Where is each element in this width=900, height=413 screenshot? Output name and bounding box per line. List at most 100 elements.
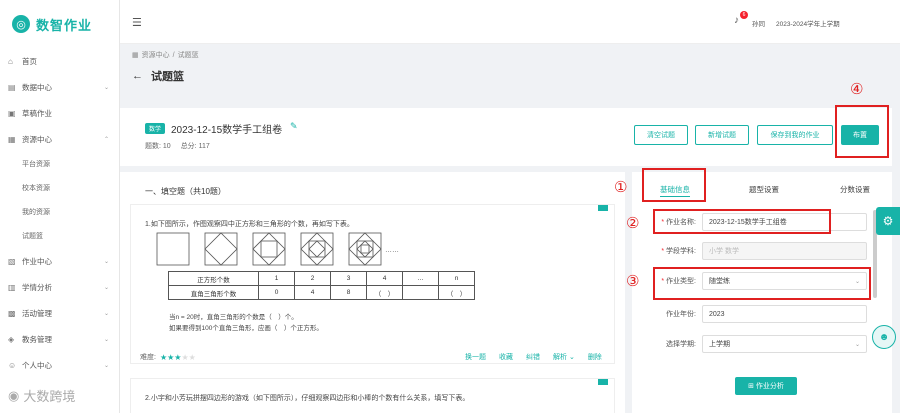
- question-figure: [156, 232, 382, 266]
- difficulty-rating: 难度: ★★★★★: [140, 352, 196, 362]
- annotation-marker-1: ①: [614, 178, 628, 196]
- table-cell: 直角三角形个数: [168, 285, 259, 300]
- question-badge: [598, 205, 608, 211]
- sidebar-item[interactable]: ◈ 教务管理 ⌄: [0, 326, 119, 352]
- chevron-icon: ⌄: [103, 284, 109, 291]
- form-input: 小学 数学: [702, 242, 867, 260]
- chevron-icon: ⌄: [103, 362, 109, 369]
- figure-square-1: [156, 232, 190, 266]
- form-select[interactable]: 上学期 ⌄: [702, 335, 867, 353]
- app-logo[interactable]: ◎ 数智作业: [0, 0, 119, 48]
- chevron-icon: ⌃: [103, 136, 109, 143]
- sidebar-item[interactable]: ▤ 数据中心 ⌄: [0, 74, 119, 100]
- form-label: * 学段学科:: [640, 246, 696, 256]
- nav-icon: ▧: [8, 256, 16, 266]
- sidebar-item[interactable]: ▦ 资源中心 ⌃: [0, 126, 119, 152]
- add-question-button[interactable]: 新增试题: [695, 125, 749, 145]
- assistant-robot-icon[interactable]: ☻: [872, 325, 896, 349]
- annotation-box-tab: [642, 168, 706, 202]
- nav-icon: ▣: [8, 108, 16, 118]
- annotation-marker-4: ④: [850, 80, 864, 98]
- bell-icon[interactable]: ♪: [734, 15, 739, 26]
- nav-icon: ◈: [8, 334, 15, 344]
- form-value: 2023: [709, 310, 725, 318]
- semester-label: 2023-2024学年上学期: [776, 21, 840, 28]
- paper-name: 2023-12-15数学手工组卷: [171, 125, 283, 136]
- clear-questions-button[interactable]: 清空试题: [634, 125, 688, 145]
- form-input[interactable]: 2023: [702, 305, 867, 323]
- sidebar-item[interactable]: ⌂ 首页: [0, 48, 119, 74]
- sidebar-subitem[interactable]: 我的资源: [0, 200, 119, 224]
- question-stem: 1.如下图所示，作图观察四中正方形和三角形的个数，再如写下表。: [145, 221, 354, 228]
- question-list-panel: 一、填空题（共10题） 1.如下图所示，作图观察四中正方形和三角形的个数，再如写…: [120, 172, 625, 413]
- nav-icon: ▤: [8, 82, 16, 92]
- sidebar-item-label: 草稿作业: [22, 108, 52, 118]
- back-arrow-icon[interactable]: ←: [132, 70, 143, 82]
- annotation-box-name: [653, 209, 831, 234]
- chevron-icon: ⌄: [103, 336, 109, 343]
- sidebar-subitem[interactable]: 校本资源: [0, 176, 119, 200]
- question-card[interactable]: 1.如下图所示，作图观察四中正方形和三角形的个数，再如写下表。 …… 正方形个数…: [130, 204, 615, 364]
- difficulty-stars: ★★★★★: [160, 353, 196, 362]
- table-cell: 0: [258, 285, 295, 300]
- sidebar-item-label: 作业中心: [22, 256, 52, 266]
- question-card[interactable]: 2.小宇和小芳玩拼摆四边形的游戏（如下图所示），仔细观察四边形和小棒的个数有什么…: [130, 378, 615, 413]
- sidebar-subitem[interactable]: 平台资源: [0, 152, 119, 176]
- sidebar-item-label: 学情分析: [22, 282, 52, 292]
- top-bar: ☰ 2023-2024学年上学期: [120, 0, 900, 44]
- form-label-text: 选择学期:: [666, 341, 696, 348]
- figure-square-2: [204, 232, 238, 266]
- table-cell: 2: [294, 271, 331, 286]
- form-label-text: 作业年份:: [666, 311, 696, 318]
- question-action-link[interactable]: 纠错: [526, 352, 540, 362]
- sidebar-subitem[interactable]: 试题篮: [0, 224, 119, 248]
- homework-analysis-button[interactable]: ⊞ 作业分析: [735, 377, 797, 395]
- watermark-text: 大数跨境: [23, 389, 76, 404]
- settings-gear-icon[interactable]: ⚙: [876, 207, 900, 235]
- breadcrumb-root[interactable]: 资源中心: [142, 50, 170, 60]
- sidebar-item-label: 数据中心: [22, 82, 52, 92]
- nav-icon: ▥: [8, 282, 16, 292]
- question-action-link[interactable]: 解析 ⌄: [553, 352, 575, 362]
- nav-icon: ▩: [8, 308, 16, 318]
- sidebar-item-label: 教务管理: [22, 334, 52, 344]
- sidebar-item-label: 首页: [22, 56, 37, 66]
- chevron-icon: ⌄: [103, 84, 109, 91]
- nav-icon: ⌂: [8, 56, 13, 66]
- question-note-1: 当n = 20时，直角三角形的个数是（ ）个。: [169, 314, 298, 321]
- form-label: 选择学期:: [640, 339, 696, 349]
- watermark: ◉ 大数跨境: [8, 386, 75, 405]
- sidebar-item[interactable]: ▩ 活动管理 ⌄: [0, 300, 119, 326]
- paper-header-card: 数学 2023-12-15数学手工组卷 ✎ 题数: 10 总分: 117 清空试…: [120, 108, 892, 166]
- star-icon: ★: [188, 352, 196, 362]
- chevron-icon: ⌄: [103, 258, 109, 265]
- watermark-logo-icon: ◉: [8, 387, 20, 403]
- section-title: 一、填空题（共10题）: [145, 187, 226, 196]
- question-badge: [598, 379, 608, 385]
- tab-score-settings[interactable]: 分数设置: [840, 184, 870, 195]
- sidebar-item[interactable]: ▥ 学情分析 ⌄: [0, 274, 119, 300]
- subject-tag: 数学: [145, 123, 166, 134]
- breadcrumb-icon: ▦: [132, 52, 139, 59]
- sidebar-item-label: 个人中心: [22, 360, 52, 370]
- question-actions: 换一题 收藏 纠错 解析 ⌄ 删除: [465, 352, 602, 362]
- table-cell: 3: [330, 271, 367, 286]
- figure-square-3: [252, 232, 286, 266]
- question-action-link[interactable]: 换一题: [465, 352, 486, 362]
- annotation-box-publish: [835, 105, 889, 158]
- sidebar-item[interactable]: ▧ 作业中心 ⌄: [0, 248, 119, 274]
- table-cell: [402, 285, 439, 300]
- question-action-link[interactable]: 收藏: [499, 352, 513, 362]
- form-label: 作业年份:: [640, 309, 696, 319]
- breadcrumb: ▦ 资源中心 / 试题篮: [132, 50, 199, 60]
- question-action-link[interactable]: 删除: [588, 352, 602, 362]
- sidebar-item[interactable]: ▣ 草稿作业: [0, 100, 119, 126]
- nav-icon: ▦: [8, 134, 16, 144]
- tab-question-type[interactable]: 题型设置: [749, 184, 779, 195]
- question-count: 题数: 10: [145, 143, 171, 150]
- edit-icon[interactable]: ✎: [290, 121, 298, 132]
- menu-toggle-icon[interactable]: ☰: [132, 16, 142, 29]
- user-name[interactable]: 孙同: [752, 18, 765, 28]
- save-to-my-homework-button[interactable]: 保存到我的作业: [757, 125, 833, 145]
- sidebar-item[interactable]: ☺ 个人中心 ⌄: [0, 352, 119, 378]
